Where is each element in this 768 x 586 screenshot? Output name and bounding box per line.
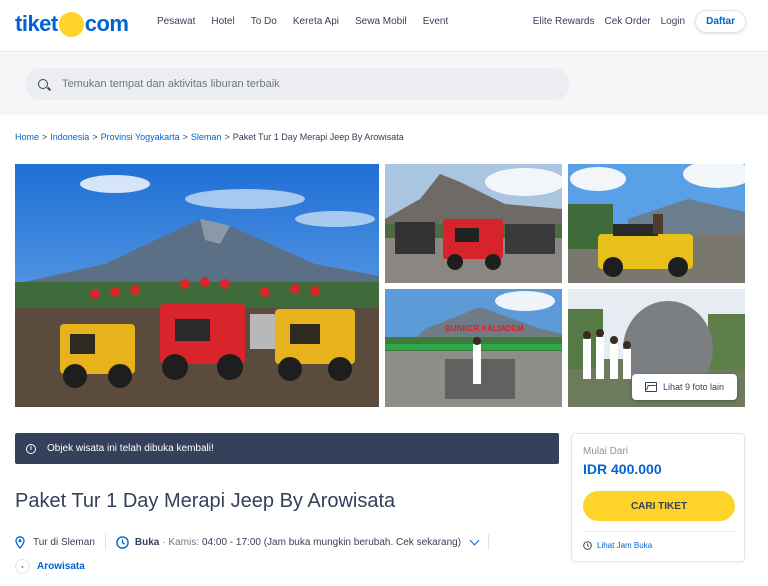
logo-dot-icon bbox=[58, 11, 84, 37]
login-link[interactable]: Login bbox=[661, 16, 685, 27]
provider[interactable]: ● Arowisata bbox=[15, 559, 85, 574]
breadcrumb-separator: > bbox=[42, 132, 48, 142]
breadcrumb-home[interactable]: Home bbox=[15, 132, 39, 142]
image-icon bbox=[644, 382, 657, 392]
bunker-sign-text: BUNKER KALIADEM bbox=[445, 324, 524, 333]
divider bbox=[488, 534, 490, 550]
see-more-photos-button[interactable]: Lihat 9 foto lain bbox=[632, 374, 737, 400]
breadcrumb-current: Paket Tur 1 Day Merapi Jeep By Arowisata bbox=[232, 132, 404, 142]
account-nav: Elite Rewards Cek Order Login Daftar bbox=[533, 10, 746, 33]
main-nav: Pesawat Hotel To Do Kereta Api Sewa Mobi… bbox=[157, 16, 464, 27]
see-more-photos-label: Lihat 9 foto lain bbox=[662, 382, 725, 392]
photo-jeeps-parked[interactable] bbox=[385, 164, 562, 283]
find-ticket-button[interactable]: CARI TIKET bbox=[583, 491, 735, 521]
nav-kereta-api[interactable]: Kereta Api bbox=[293, 16, 339, 27]
nav-pesawat[interactable]: Pesawat bbox=[157, 16, 195, 27]
breadcrumb-separator: > bbox=[92, 132, 98, 142]
search-box[interactable] bbox=[25, 68, 570, 100]
logo-text-left: tiket bbox=[15, 11, 58, 36]
nav-hotel[interactable]: Hotel bbox=[211, 16, 234, 27]
breadcrumb-sleman[interactable]: Sleman bbox=[191, 132, 222, 142]
clock-icon bbox=[583, 541, 592, 550]
provider-avatar: ● bbox=[15, 559, 30, 574]
location-pin-icon bbox=[15, 535, 25, 549]
product-meta: Tur di Sleman Buka · Kamis: 04:00 - 17:0… bbox=[15, 533, 499, 551]
elite-rewards-link[interactable]: Elite Rewards bbox=[533, 16, 595, 27]
breadcrumb-yogyakarta[interactable]: Provinsi Yogyakarta bbox=[101, 132, 180, 142]
tiket-logo[interactable]: tiket com bbox=[15, 9, 129, 39]
search-band bbox=[0, 53, 768, 115]
photo-yellow-jeep[interactable] bbox=[568, 164, 745, 283]
search-input[interactable] bbox=[62, 78, 542, 90]
day-label: · Kamis: bbox=[162, 536, 199, 548]
breadcrumb-indonesia[interactable]: Indonesia bbox=[50, 132, 89, 142]
search-icon bbox=[38, 79, 48, 89]
top-header: tiket com Pesawat Hotel To Do Kereta Api… bbox=[0, 0, 768, 52]
page-title: Paket Tur 1 Day Merapi Jeep By Arowisata bbox=[15, 490, 396, 512]
nav-event[interactable]: Event bbox=[423, 16, 449, 27]
nav-todo[interactable]: To Do bbox=[251, 16, 277, 27]
price-label: Mulai Dari bbox=[583, 446, 629, 457]
price-card: Mulai Dari IDR 400.000 CARI TIKET Lihat … bbox=[571, 433, 745, 562]
photo-bunker-kaliadem[interactable]: BUNKER KALIADEM bbox=[385, 289, 562, 407]
price-value: IDR 400.000 bbox=[583, 461, 662, 477]
info-icon: i bbox=[26, 443, 36, 454]
opening-hours-link[interactable]: Lihat Jam Buka bbox=[583, 541, 652, 550]
reopen-notice: i Objek wisata ini telah dibuka kembali! bbox=[15, 433, 559, 464]
opening-hours: 04:00 - 17:00 (Jam buka mungkin berubah.… bbox=[202, 536, 462, 548]
chevron-down-icon[interactable] bbox=[469, 535, 480, 545]
nav-sewa-mobil[interactable]: Sewa Mobil bbox=[355, 16, 407, 27]
opening-hours-link-label: Lihat Jam Buka bbox=[597, 541, 653, 550]
main-photo-jeeps-merapi[interactable] bbox=[15, 164, 379, 407]
register-button[interactable]: Daftar bbox=[695, 10, 746, 33]
logo-text-right: com bbox=[84, 11, 129, 36]
breadcrumb: Home > Indonesia > Provinsi Yogyakarta > Slema… bbox=[15, 132, 404, 142]
notice-text: Objek wisata ini telah dibuka kembali! bbox=[47, 443, 214, 454]
clock-icon bbox=[116, 535, 129, 549]
open-status: Buka bbox=[134, 536, 160, 548]
provider-name[interactable]: Arowisata bbox=[37, 561, 85, 572]
card-divider bbox=[583, 531, 735, 532]
location-text: Tur di Sleman bbox=[33, 536, 95, 548]
breadcrumb-separator: > bbox=[224, 132, 230, 142]
cek-order-link[interactable]: Cek Order bbox=[605, 16, 651, 27]
breadcrumb-separator: > bbox=[182, 132, 188, 142]
divider bbox=[104, 534, 106, 550]
